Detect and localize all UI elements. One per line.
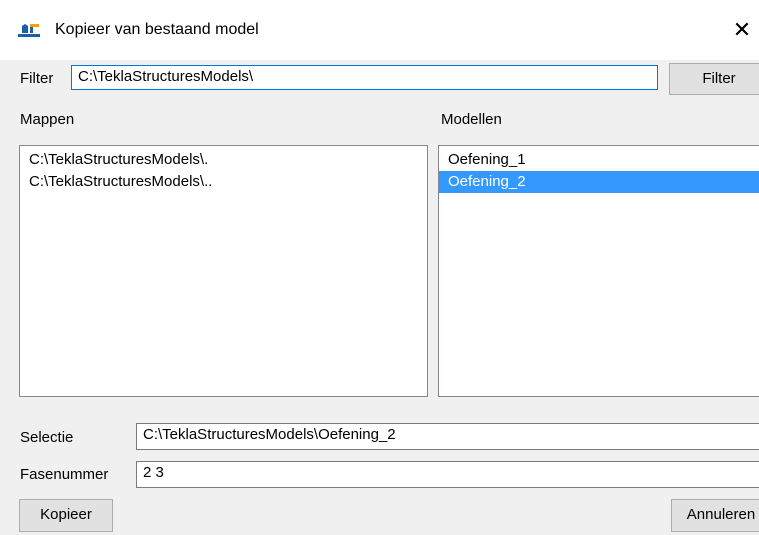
folders-list[interactable]: C:\TeklaStructuresModels\. C:\TeklaStruct… xyxy=(19,145,428,397)
title-bar: Kopieer van bestaand model ✕ xyxy=(0,0,759,60)
models-label: Modellen xyxy=(441,111,502,128)
folders-list-item[interactable]: C:\TeklaStructuresModels\.. xyxy=(20,171,427,193)
filter-label: Filter xyxy=(20,70,54,87)
models-list-item[interactable]: Oefening_2 xyxy=(439,171,759,193)
folders-list-item[interactable]: C:\TeklaStructuresModels\. xyxy=(20,149,427,171)
models-list[interactable]: Oefening_1 Oefening_2 xyxy=(438,145,759,397)
phase-number-input[interactable]: 2 3 xyxy=(136,461,759,488)
tekla-model-icon xyxy=(18,21,40,39)
cancel-button[interactable]: Annuleren xyxy=(671,499,759,532)
models-list-item[interactable]: Oefening_1 xyxy=(439,149,759,171)
filter-button[interactable]: Filter xyxy=(669,63,759,95)
selection-label: Selectie xyxy=(20,429,74,446)
copy-model-dialog: Kopieer van bestaand model ✕ Filter C:\T… xyxy=(0,0,759,535)
window-title: Kopieer van bestaand model xyxy=(55,21,259,38)
phase-label: Fasenummer xyxy=(20,466,109,483)
close-icon: ✕ xyxy=(732,17,752,42)
folders-label: Mappen xyxy=(20,111,75,128)
selection-input[interactable]: C:\TeklaStructuresModels\Oefening_2 xyxy=(136,423,759,450)
copy-button[interactable]: Kopieer xyxy=(19,499,113,532)
close-button[interactable]: ✕ xyxy=(726,12,758,48)
filter-input[interactable]: C:\TeklaStructuresModels\ xyxy=(71,65,658,90)
